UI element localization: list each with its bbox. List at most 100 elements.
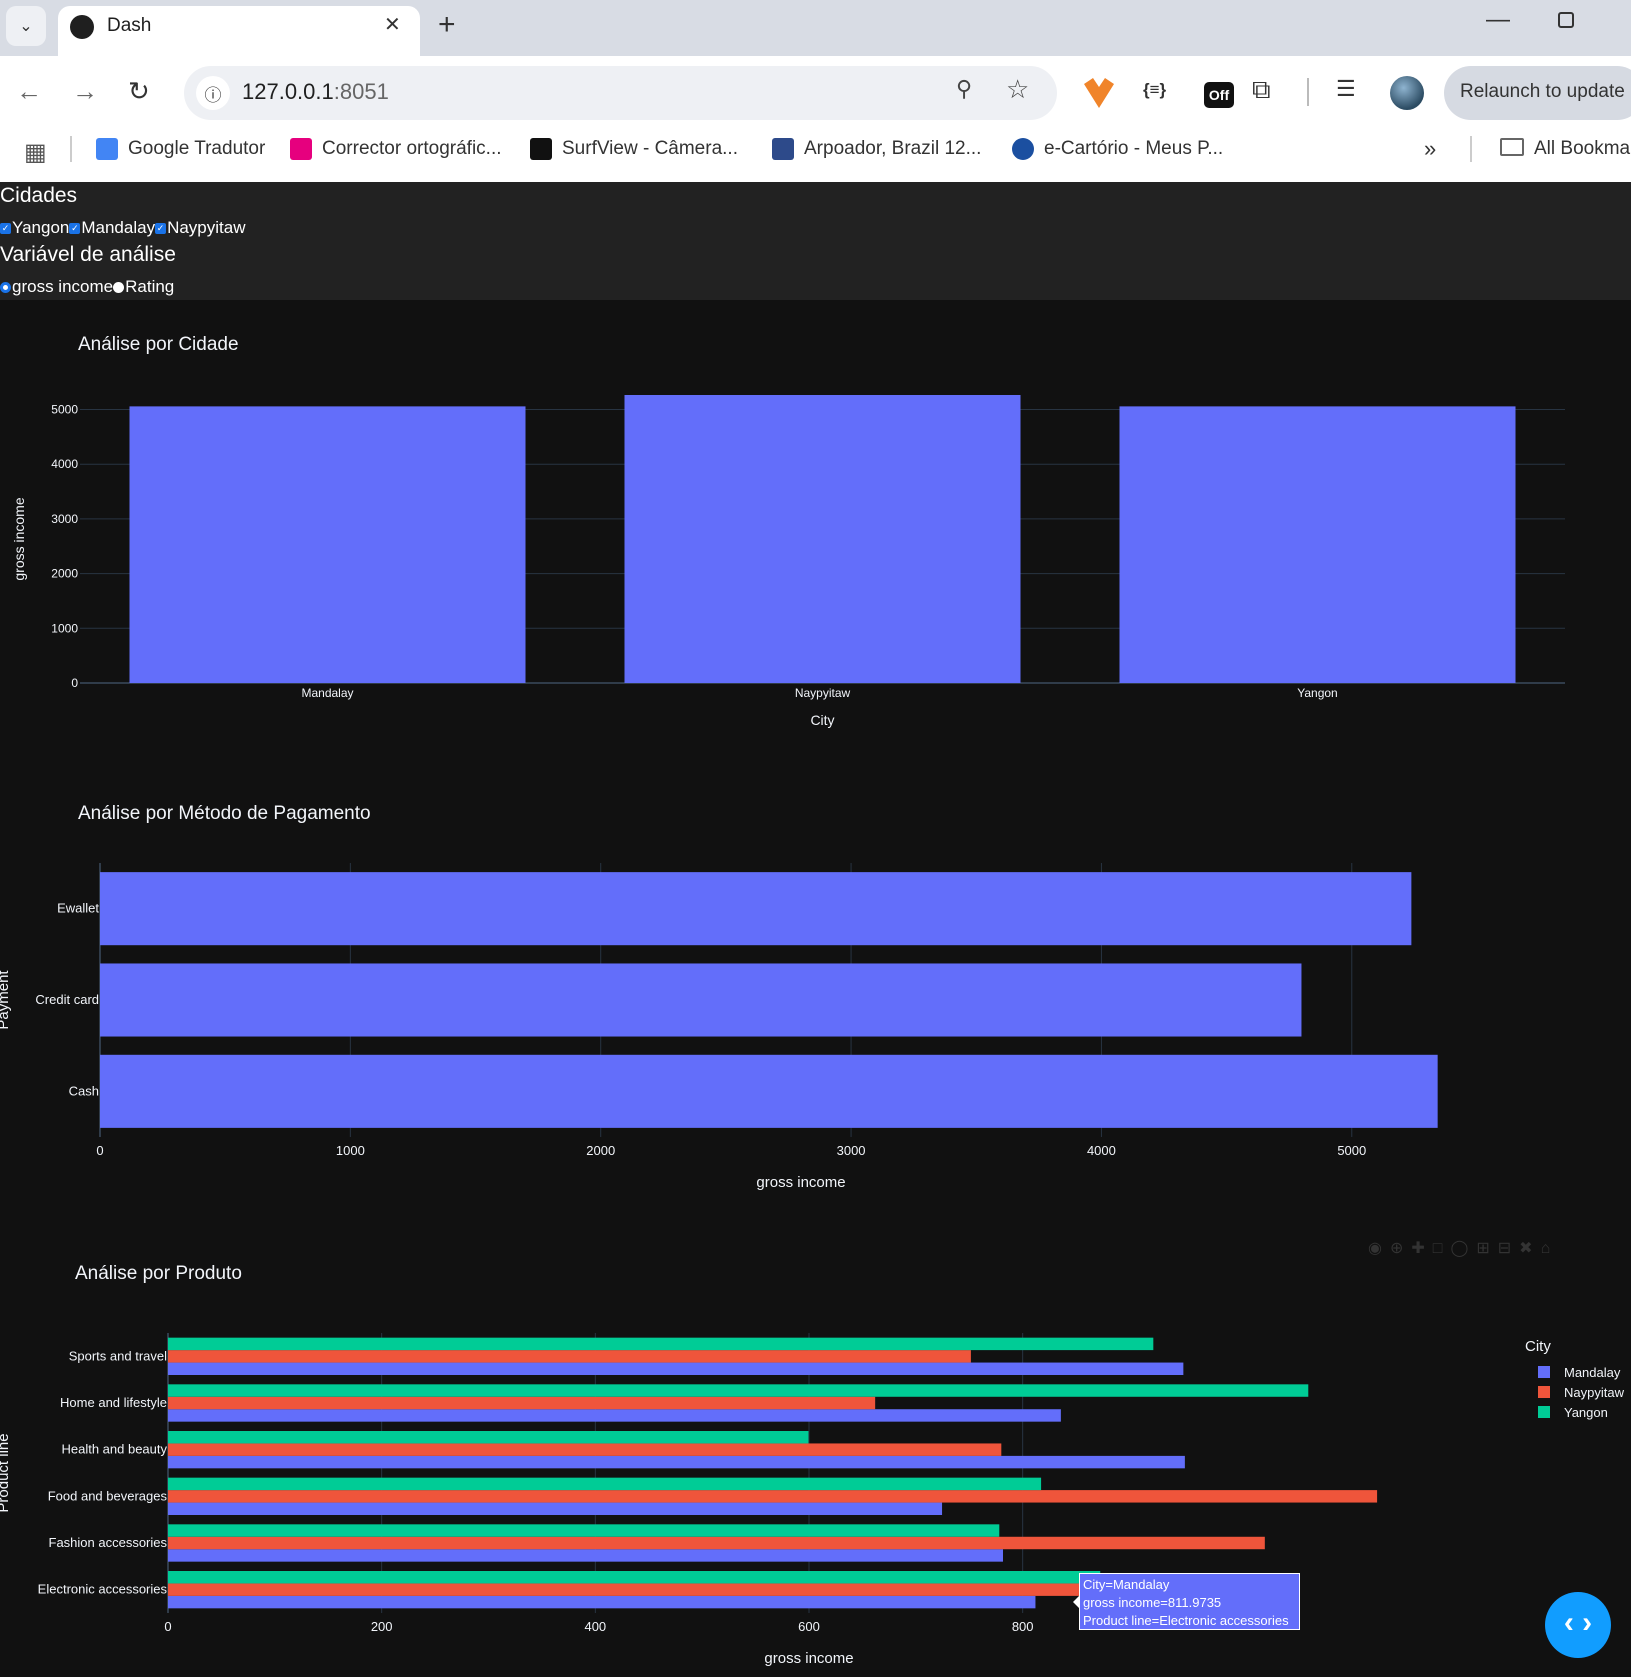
media-controls-icon[interactable]: ☰ bbox=[1336, 76, 1356, 102]
bookmark-arpoador[interactable]: Arpoador, Brazil 12... bbox=[772, 138, 981, 160]
pan-icon[interactable]: ✚ bbox=[1411, 1240, 1432, 1257]
chart-title-pagamento: Análise por Método de Pagamento bbox=[78, 803, 371, 824]
zoom-in-icon[interactable]: ⊞ bbox=[1476, 1240, 1497, 1257]
chart-product: 0 200 400 600 800 Electronic accessories Fashi… bbox=[0, 1333, 1625, 1667]
y-axis-title: gross income bbox=[11, 497, 27, 580]
x-tick-label: 0 bbox=[96, 1143, 103, 1158]
profile-avatar[interactable] bbox=[1390, 76, 1424, 110]
hover-tooltip: City=Mandalay gross income=811.9735 Prod… bbox=[1079, 1573, 1300, 1630]
tab-search-button[interactable]: ⌄ bbox=[6, 6, 46, 46]
y-axis-title: Product line bbox=[0, 1433, 12, 1512]
lasso-icon[interactable]: ◯ bbox=[1450, 1240, 1476, 1257]
chevron-down-icon: ⌄ bbox=[19, 18, 33, 35]
y-tick-label: 1000 bbox=[51, 621, 78, 635]
all-bookmarks-folder[interactable]: All Bookma bbox=[1500, 138, 1630, 160]
bar-ewallet bbox=[100, 872, 1412, 946]
bookmark-e-cartorio[interactable]: e-Cartório - Meus P... bbox=[1012, 138, 1223, 160]
zoom-icon[interactable]: ⚲ bbox=[956, 76, 972, 102]
tab-title: Dash bbox=[107, 15, 152, 36]
x-tick-label: 400 bbox=[584, 1619, 606, 1634]
dash-devtools-button[interactable]: ‹ › bbox=[1545, 1592, 1611, 1658]
radio-gross-income[interactable] bbox=[0, 281, 11, 293]
plotly-modebar[interactable]: ◉⊕✚□◯⊞⊟✖⌂ bbox=[1368, 1238, 1558, 1258]
home-icon[interactable]: ⌂ bbox=[1541, 1240, 1559, 1257]
x-tick-label: 5000 bbox=[1337, 1143, 1366, 1158]
legend-label-naypyitaw: Naypyitaw bbox=[1564, 1385, 1625, 1400]
bar-mandalay bbox=[129, 406, 526, 683]
url-text[interactable]: 127.0.0.1:8051 bbox=[242, 79, 389, 105]
y-tick-label: Sports and travel bbox=[69, 1348, 167, 1363]
chart-payment: 0 1000 2000 3000 4000 5000 Cash Credit card Ewal… bbox=[0, 863, 1438, 1191]
bookmark-surfview[interactable]: SurfView - Câmera... bbox=[530, 138, 738, 160]
x-axis-title: gross income bbox=[756, 1174, 845, 1191]
bar-mandalay bbox=[168, 1595, 1036, 1609]
bar-mandalay bbox=[168, 1549, 1003, 1562]
bar-yangon bbox=[168, 1337, 1154, 1351]
legend-title: City bbox=[1525, 1338, 1551, 1355]
x-axis-title: City bbox=[810, 712, 834, 728]
x-tick-label: 800 bbox=[1012, 1619, 1034, 1634]
y-tick-label: 2000 bbox=[51, 567, 78, 581]
more-bookmarks-icon[interactable]: » bbox=[1424, 136, 1436, 162]
y-tick-label: Fashion accessories bbox=[49, 1535, 168, 1550]
variavel-heading: Variável de análise bbox=[0, 243, 176, 266]
bar-yangon bbox=[168, 1384, 1309, 1397]
json-formatter-icon[interactable]: {≡} bbox=[1143, 80, 1166, 100]
bar-mandalay bbox=[168, 1502, 943, 1515]
surf-forecast-icon bbox=[772, 138, 794, 160]
bar-yangon bbox=[168, 1477, 1042, 1491]
bar-mandalay bbox=[168, 1455, 1185, 1469]
extensions-puzzle-icon[interactable]: ⧉ bbox=[1252, 74, 1271, 106]
cities-checklist: ✓ Yangon ✓ Mandalay ✓ Naypyitaw bbox=[0, 218, 246, 238]
toolbar-divider bbox=[1307, 78, 1309, 106]
x-tick-label: 1000 bbox=[336, 1143, 365, 1158]
chart-title-produto: Análise por Produto bbox=[75, 1263, 242, 1284]
zoom-out-icon[interactable]: ⊟ bbox=[1498, 1240, 1519, 1257]
bar-cash bbox=[100, 1054, 1438, 1128]
autoscale-icon[interactable]: ✖ bbox=[1519, 1240, 1540, 1257]
extension-off-icon[interactable]: Off bbox=[1204, 82, 1234, 108]
restore-window-icon[interactable] bbox=[1558, 12, 1574, 28]
zoom-icon[interactable]: ⊕ bbox=[1390, 1240, 1411, 1257]
tooltip-line-product: Product line=Electronic accessories bbox=[1083, 1613, 1289, 1628]
surfview-icon bbox=[530, 138, 552, 160]
y-tick-label: Cash bbox=[69, 1083, 99, 1098]
box-select-icon[interactable]: □ bbox=[1433, 1240, 1451, 1257]
bar-naypyitaw bbox=[168, 1443, 1002, 1456]
minimize-icon[interactable]: — bbox=[1486, 6, 1510, 34]
bar-yangon bbox=[168, 1524, 1000, 1537]
site-info-icon[interactable]: ⓘ bbox=[196, 76, 230, 110]
x-tick-label: 0 bbox=[164, 1619, 171, 1634]
bookmark-google-tradutor[interactable]: Google Tradutor bbox=[96, 138, 265, 160]
y-tick-label: Ewallet bbox=[57, 901, 99, 916]
checkbox-naypyitaw[interactable]: ✓ bbox=[155, 222, 167, 234]
variable-radio-group: gross income Rating bbox=[0, 277, 174, 297]
apps-grid-icon[interactable]: ▦ bbox=[24, 138, 47, 167]
legend-swatch-yangon bbox=[1538, 1406, 1550, 1418]
back-arrow-icon[interactable]: ← bbox=[16, 76, 42, 107]
forward-arrow-icon[interactable]: → bbox=[72, 76, 98, 107]
bookmark-star-icon[interactable]: ☆ bbox=[1006, 74, 1029, 105]
x-tick-label: Naypyitaw bbox=[795, 686, 851, 700]
reload-icon[interactable]: ↻ bbox=[128, 76, 150, 107]
legend-swatch-mandalay bbox=[1538, 1366, 1550, 1378]
bar-mandalay bbox=[168, 1362, 1184, 1375]
bar-naypyitaw bbox=[168, 1396, 876, 1410]
legend-label-mandalay: Mandalay bbox=[1564, 1365, 1621, 1380]
camera-icon[interactable]: ◉ bbox=[1368, 1240, 1390, 1257]
radio-rating[interactable] bbox=[113, 281, 125, 293]
bookmark-corrector[interactable]: Corrector ortográfic... bbox=[290, 138, 502, 160]
new-tab-icon[interactable]: + bbox=[438, 8, 456, 42]
y-tick-label: Health and beauty bbox=[61, 1442, 167, 1457]
tooltip-line-value: gross income=811.9735 bbox=[1083, 1595, 1222, 1610]
checkbox-mandalay[interactable]: ✓ bbox=[69, 222, 81, 234]
radio-label-rating: Rating bbox=[125, 277, 175, 296]
e-cartorio-icon bbox=[1012, 138, 1034, 160]
x-tick-label: Mandalay bbox=[301, 686, 353, 700]
cidades-heading: Cidades bbox=[0, 184, 78, 207]
relaunch-button[interactable]: Relaunch to update bbox=[1444, 66, 1631, 120]
y-tick-label: 4000 bbox=[51, 457, 78, 471]
close-icon[interactable]: ✕ bbox=[384, 12, 401, 37]
checkbox-yangon[interactable]: ✓ bbox=[0, 222, 11, 234]
x-tick-label: Yangon bbox=[1297, 686, 1337, 700]
